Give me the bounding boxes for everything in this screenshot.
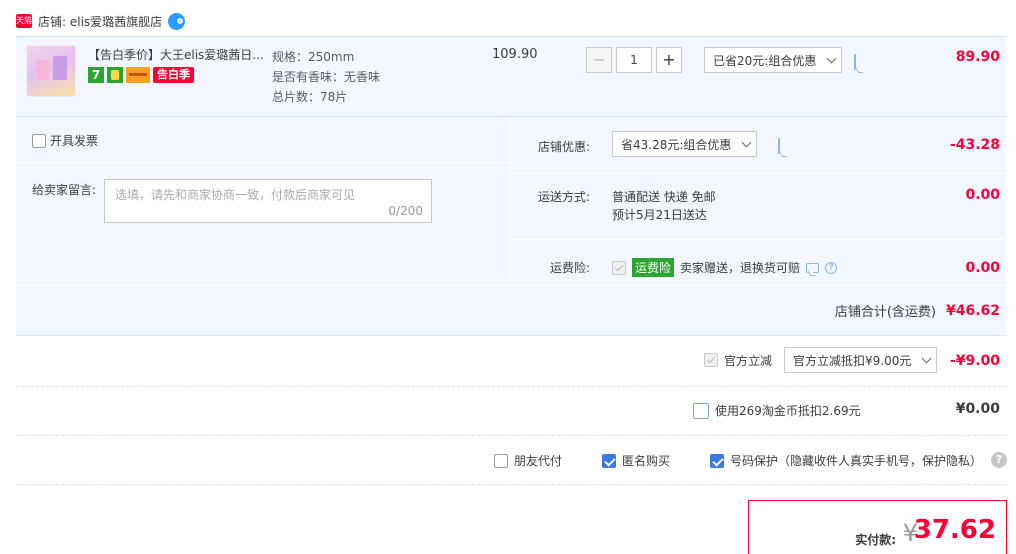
credit-card-icon bbox=[126, 67, 150, 83]
item-discount-select-value: 已省20元:组合优惠 bbox=[713, 53, 817, 68]
store-total-label: 店铺合计(含运费) bbox=[834, 305, 936, 320]
product-tags: 7 告白季 bbox=[88, 67, 194, 83]
order-item-row: 【告白季价】大王elis爱璐茜日... 7 告白季 规格：250mm 是否有香味… bbox=[16, 36, 1006, 116]
phone-protect-checkbox[interactable] bbox=[710, 453, 724, 468]
shop-discount-select[interactable]: 省43.28元:组合优惠 bbox=[612, 131, 758, 157]
insurance-badge: 运费险 bbox=[632, 258, 675, 277]
tmall-logo-icon: 天猫 bbox=[16, 14, 32, 28]
coins-checkbox[interactable] bbox=[693, 402, 709, 419]
store-total-amount: ¥46.62 bbox=[945, 302, 1000, 319]
shipping-info: 普通配送 快递 免邮 预计5月21日送达 bbox=[612, 188, 716, 224]
official-discount-select[interactable]: 官方立减抵扣¥9.00元 bbox=[784, 347, 938, 373]
seller-message-input[interactable]: 选填，请先和商家协商一致，付款后商家可见 0/200 bbox=[104, 179, 432, 223]
store-name-link[interactable]: 店铺: elis爱璐茜旗舰店 bbox=[38, 13, 162, 30]
qty-input[interactable]: 1 bbox=[616, 47, 652, 73]
payment-summary: 实付款: ¥ 37.62 bbox=[748, 500, 1007, 554]
chevron-down-icon bbox=[921, 353, 932, 363]
help-icon[interactable]: ? bbox=[991, 452, 1007, 468]
coins-amount: ¥0.00 bbox=[955, 401, 1000, 417]
quantity-stepper: − 1 + bbox=[586, 47, 682, 73]
friend-pay-option[interactable]: 朋友代付 bbox=[494, 452, 562, 469]
shop-discount-select-value: 省43.28元:组合优惠 bbox=[621, 137, 732, 152]
payment-amount: 37.62 bbox=[913, 515, 996, 545]
coins-row[interactable]: 使用269淘金币抵扣2.69元 bbox=[693, 402, 861, 419]
shopping-bag-icon bbox=[107, 67, 123, 83]
insurance-checkbox bbox=[612, 260, 626, 275]
anonymous-label: 匿名购买 bbox=[622, 454, 671, 468]
insurance-row: 运费险 卖家赠送，退换货可赔 ? bbox=[612, 258, 838, 277]
anonymous-option[interactable]: 匿名购买 bbox=[602, 452, 670, 469]
official-discount-label: 官方立减 bbox=[724, 353, 773, 368]
shop-discount-amount: -43.28 bbox=[949, 137, 1000, 153]
phone-protect-label: 号码保护（隐藏收件人真实手机号，保护隐私） bbox=[730, 454, 983, 468]
insurance-amount: 0.00 bbox=[965, 260, 1000, 276]
product-title-link[interactable]: 【告白季价】大王elis爱璐茜日... bbox=[88, 46, 263, 63]
unit-price: 109.90 bbox=[492, 47, 538, 62]
message-label: 给卖家留言: bbox=[32, 183, 97, 197]
product-thumbnail[interactable] bbox=[26, 45, 76, 97]
official-discount-select-value: 官方立减抵扣¥9.00元 bbox=[793, 353, 912, 368]
chevron-down-icon bbox=[826, 53, 837, 63]
sku-scent: 是否有香味：无香味 bbox=[272, 70, 381, 84]
item-discount-select[interactable]: 已省20元:组合优惠 bbox=[704, 47, 843, 73]
friend-pay-label: 朋友代付 bbox=[514, 454, 563, 468]
store-total: 店铺合计(含运费) ¥46.62 bbox=[834, 301, 1000, 321]
qty-decrease-button[interactable]: − bbox=[586, 47, 612, 73]
phone-protect-option[interactable]: 号码保护（隐藏收件人真实手机号，保护隐私） bbox=[710, 452, 982, 469]
payment-label: 实付款: bbox=[855, 533, 896, 547]
sku-count: 总片数：78片 bbox=[272, 90, 348, 104]
shipping-eta: 预计5月21日送达 bbox=[612, 208, 707, 222]
order-options-panel: 开具发票 给卖家留言: 选填，请先和商家协商一致，付款后商家可见 0/200 店… bbox=[16, 116, 1006, 336]
chat-seller-icon[interactable] bbox=[168, 12, 186, 30]
question-icon[interactable]: ? bbox=[825, 261, 838, 274]
invoice-label: 开具发票 bbox=[50, 134, 99, 148]
insurance-desc: 卖家赠送，退换货可赔 bbox=[680, 261, 801, 275]
coins-label: 使用269淘金币抵扣2.69元 bbox=[715, 404, 861, 418]
official-discount-amount: -¥9.00 bbox=[949, 353, 1000, 369]
invoice-option[interactable]: 开具发票 bbox=[32, 132, 98, 149]
shipping-method: 普通配送 快递 免邮 bbox=[612, 190, 716, 204]
message-placeholder: 选填，请先和商家协商一致，付款后商家可见 bbox=[115, 188, 356, 202]
comment-icon[interactable] bbox=[854, 54, 856, 70]
anonymous-checkbox[interactable] bbox=[602, 453, 616, 468]
shop-discount-label: 店铺优惠: bbox=[537, 140, 590, 154]
sku-info: 规格：250mm 是否有香味：无香味 总片数：78片 bbox=[272, 47, 380, 107]
store-header: 天猫 店铺: elis爱璐茜旗舰店 bbox=[16, 10, 186, 32]
item-total-price: 89.90 bbox=[955, 49, 1000, 65]
official-discount-checkbox bbox=[704, 353, 718, 367]
seven-day-return-icon: 7 bbox=[88, 67, 104, 83]
comment-icon[interactable] bbox=[806, 262, 820, 273]
shipping-label: 运送方式: bbox=[537, 190, 590, 204]
shipping-amount: 0.00 bbox=[965, 187, 1000, 203]
sku-spec: 规格：250mm bbox=[272, 50, 355, 64]
invoice-checkbox[interactable] bbox=[32, 133, 46, 148]
promo-badge: 告白季 bbox=[153, 67, 194, 83]
comment-icon[interactable] bbox=[778, 138, 780, 154]
message-char-count: 0/200 bbox=[388, 204, 423, 218]
insurance-label: 运费险: bbox=[549, 261, 590, 275]
chevron-down-icon bbox=[741, 137, 752, 147]
official-discount-row: 官方立减 官方立减抵扣¥9.00元 bbox=[704, 347, 938, 373]
friend-pay-checkbox[interactable] bbox=[494, 453, 508, 468]
qty-increase-button[interactable]: + bbox=[656, 47, 682, 73]
